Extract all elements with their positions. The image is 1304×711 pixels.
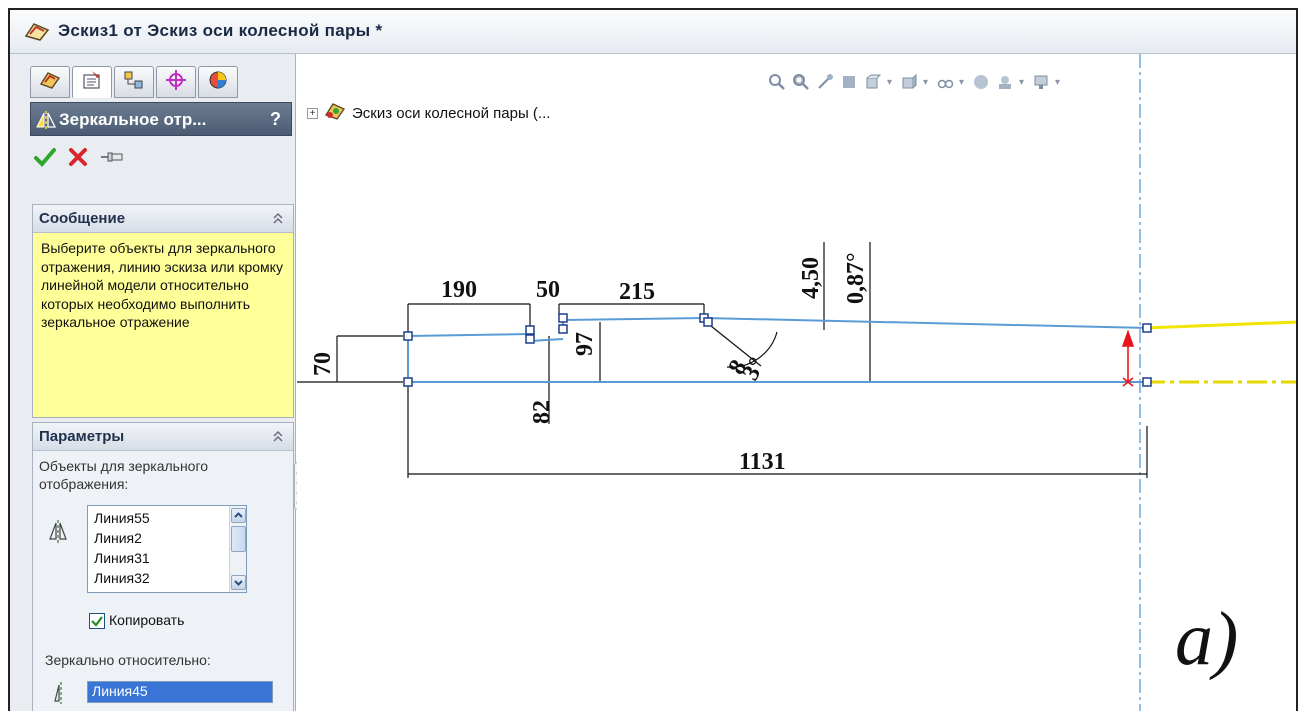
list-item[interactable]: Линия32: [94, 570, 150, 586]
pushpin-button[interactable]: [100, 148, 124, 171]
dropdown-arrow-icon[interactable]: ▾: [887, 77, 895, 88]
tab-dimxpert-manager[interactable]: [156, 66, 196, 98]
entities-listbox[interactable]: Линия55 Линия2 Линия31 Линия32: [87, 505, 247, 593]
tab-property-manager[interactable]: [72, 66, 112, 98]
app-window: Эскиз1 от Эскиз оси колесной пары * Зерк…: [0, 0, 1304, 711]
property-manager-panel: Зеркальное отр... ? Сообщение Выберите о…: [10, 54, 296, 711]
copy-checkbox-label[interactable]: Копировать: [109, 612, 184, 628]
apply-scene-icon[interactable]: [995, 72, 1015, 92]
mirror-preview-line: [1144, 320, 1296, 330]
message-group: Сообщение Выберите объекты для зеркально…: [32, 204, 294, 418]
message-text: Выберите объекты для зеркального отражен…: [33, 233, 293, 417]
property-manager-header: Зеркальное отр... ?: [30, 102, 292, 136]
hide-show-items-icon[interactable]: [935, 72, 955, 92]
tab-display-manager[interactable]: [198, 66, 238, 98]
zoom-to-area-icon[interactable]: [791, 72, 811, 92]
dimension-70[interactable]: 70: [310, 352, 336, 376]
previous-view-icon[interactable]: [815, 72, 835, 92]
mirror-about-icon: [53, 681, 69, 710]
dimension-82[interactable]: 82: [529, 400, 555, 424]
collapse-chevron-icon[interactable]: [271, 211, 285, 230]
sketch-icon: [24, 20, 50, 47]
mirror-about-field[interactable]: Линия45: [87, 681, 273, 703]
title-bar: Эскиз1 от Эскиз оси колесной пары *: [10, 10, 1296, 54]
ok-cancel-bar: [34, 146, 124, 172]
mirror-entities-icon: [47, 519, 69, 550]
graphics-area[interactable]: 190 50 215 4,50 0,87° 70 97 3° 8 82 1131…: [297, 54, 1298, 711]
ok-button[interactable]: [34, 147, 56, 172]
dimension-0-87-deg[interactable]: 0,87°: [843, 252, 869, 304]
chevron-down-icon: [234, 580, 243, 586]
view-orientation-icon[interactable]: [863, 72, 883, 92]
dropdown-arrow-icon[interactable]: ▾: [1019, 77, 1027, 88]
sketch-canvas[interactable]: 190 50 215 4,50 0,87° 70 97 3° 8 82 1131: [297, 54, 1298, 711]
dropdown-arrow-icon[interactable]: ▾: [923, 77, 931, 88]
scroll-up-button[interactable]: [231, 508, 246, 523]
zoom-to-fit-icon[interactable]: [767, 72, 787, 92]
dimension-4-50[interactable]: 4,50: [798, 257, 824, 299]
property-manager-icon: [80, 69, 104, 96]
parameters-group-header[interactable]: Параметры: [33, 423, 293, 451]
display-style-icon[interactable]: [899, 72, 919, 92]
configuration-manager-icon: [122, 69, 146, 96]
message-group-title: Сообщение: [39, 210, 126, 227]
window-title: Эскиз1 от Эскиз оси колесной пары *: [58, 21, 383, 40]
dimension-215[interactable]: 215: [619, 279, 655, 305]
sketch-folder-icon: [324, 101, 346, 126]
list-item[interactable]: Линия55: [94, 510, 150, 526]
dropdown-arrow-icon[interactable]: ▾: [959, 77, 967, 88]
mirror-icon: [35, 109, 57, 136]
tree-item-label[interactable]: Эскиз оси колесной пары (...: [352, 105, 550, 122]
cancel-button[interactable]: [68, 147, 88, 172]
dimension-lines: [297, 242, 1148, 478]
solidworks-window: Эскиз1 от Эскиз оси колесной пары * Зерк…: [8, 8, 1298, 711]
listbox-scrollbar[interactable]: [229, 506, 246, 592]
heads-up-toolbar: ▾ ▾ ▾ ▾ ▾: [767, 68, 1063, 96]
collapse-chevron-icon[interactable]: [271, 429, 285, 448]
parameters-group-title: Параметры: [39, 428, 125, 445]
chevron-up-icon: [234, 512, 243, 518]
dimension-50[interactable]: 50: [536, 277, 560, 303]
edit-appearance-icon[interactable]: [971, 72, 991, 92]
flyout-feature-tree: + Эскиз оси колесной пары (...: [307, 100, 550, 126]
tree-expand-button[interactable]: +: [307, 107, 318, 119]
display-manager-icon: [206, 69, 230, 96]
parameters-group: Параметры Объекты для зеркального отобра…: [32, 422, 294, 711]
tab-configuration-manager[interactable]: [114, 66, 154, 98]
feature-manager-icon: [38, 69, 62, 96]
view-settings-icon[interactable]: [1031, 72, 1051, 92]
list-item[interactable]: Линия31: [94, 550, 150, 566]
list-item[interactable]: Линия2: [94, 530, 142, 546]
scroll-down-button[interactable]: [231, 575, 246, 590]
property-manager-title: Зеркальное отр...: [59, 110, 207, 129]
message-group-header[interactable]: Сообщение: [33, 205, 293, 233]
dimension-190[interactable]: 190: [441, 277, 477, 303]
help-button[interactable]: ?: [270, 109, 281, 130]
dropdown-arrow-icon[interactable]: ▾: [1055, 77, 1063, 88]
entities-to-mirror-label: Объекты для зеркального отображения:: [39, 458, 209, 492]
checkmark-icon: [91, 616, 103, 627]
dimxpert-manager-icon: [164, 69, 188, 96]
checkmark-icon: [34, 147, 56, 167]
tab-feature-manager[interactable]: [30, 66, 70, 98]
dimension-97[interactable]: 97: [572, 332, 598, 356]
mirror-about-label: Зеркально относительно:: [45, 652, 211, 668]
red-arrow: [1121, 329, 1135, 387]
scroll-thumb[interactable]: [231, 526, 246, 552]
figure-label: a): [1175, 597, 1239, 681]
copy-checkbox[interactable]: [89, 613, 105, 629]
section-view-icon[interactable]: [839, 72, 859, 92]
manager-tabs: [30, 66, 238, 100]
sketch-profile[interactable]: [407, 316, 1148, 383]
close-icon: [69, 147, 87, 166]
dimension-1131[interactable]: 1131: [739, 449, 786, 475]
pushpin-icon: [101, 152, 123, 161]
